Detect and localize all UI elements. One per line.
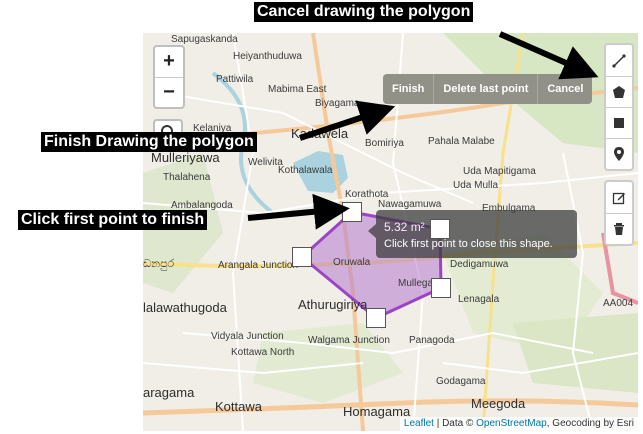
place-label: Uda Mapitigama [463,166,536,177]
place-label: Kottawa [215,399,262,414]
first-point-callout: Click first point to finish [18,210,208,230]
delete-layers-button[interactable] [606,213,632,244]
edit-icon [612,192,625,204]
polyline-icon [612,53,626,68]
area-measurement: 5.32 m² [384,220,425,234]
polygon-vertex[interactable] [431,278,451,298]
place-label: Kothalawala [278,165,333,176]
delete-last-point-button[interactable]: Delete last point [433,74,538,104]
finish-button[interactable]: Finish [383,74,434,104]
place-label: Heiyanthuduwa [233,51,302,62]
cancel-callout: Cancel drawing the polygon [254,2,474,22]
place-label: Pahala Malabe [428,136,495,147]
place-label: Godagama [436,376,486,387]
place-label: Sapugaskanda [171,34,238,45]
draw-polygon-button[interactable] [606,76,632,107]
rectangle-icon [614,118,624,128]
polygon-vertex[interactable] [430,219,450,239]
polygon-icon [613,86,625,98]
map-view[interactable]: Sapugaskanda Heiyanthuduwa Pattiwila Mab… [143,33,638,431]
place-label: Nawagamuwa [378,199,442,210]
tooltip-message: Click first point to close this shape. [384,238,553,250]
place-label: Oruwala [333,257,371,268]
place-label: ඩනපුර [143,258,175,270]
place-label: Meegoda [471,396,526,411]
polygon-first-vertex[interactable] [342,202,362,222]
place-label: Lenagala [458,294,500,305]
cancel-button[interactable]: Cancel [537,74,593,104]
zoom-in-button[interactable]: + [155,47,183,77]
place-label: Mulleriyawa [151,150,220,165]
draw-toolbar [604,43,634,171]
delete-icon [614,223,624,235]
map-attribution: Leaflet | Data © OpenStreetMap, Geocodin… [399,417,638,431]
attribution-text: | Data © [433,418,477,429]
place-label: aragama [143,385,195,400]
place-label: Arangala Junction [218,260,299,271]
edit-layers-button[interactable] [606,182,632,213]
place-label: Kottawa North [231,347,295,358]
place-label: Bomiriya [365,138,404,149]
draw-tooltip: 5.32 m² Click first point to close this … [368,210,577,258]
place-label: Thalahena [163,172,211,183]
place-label: Pattiwila [216,74,254,85]
place-label: Panagoda [409,335,455,346]
marker-icon [614,147,624,161]
screenshot-stage: Sapugaskanda Heiyanthuduwa Pattiwila Mab… [0,0,643,434]
place-label: Dedigamuwa [450,259,509,270]
place-label: lalawathugoda [143,300,227,315]
polygon-vertex[interactable] [292,247,312,267]
place-label: Vidyala Junction [211,331,284,342]
polygon-vertex[interactable] [366,308,386,328]
place-label: Biyagama [315,98,360,109]
zoom-control: + − [153,45,185,109]
place-label: Uda Mulla [453,180,499,191]
place-label: AA004 [603,298,634,309]
place-label: Mabima East [268,84,327,95]
zoom-out-button[interactable]: − [155,77,183,107]
place-label: Athurugiriya [298,297,368,312]
edit-toolbar [604,180,634,246]
place-label: Walgama Junction [308,335,390,346]
place-label: Kadawela [291,126,349,141]
draw-rectangle-button[interactable] [606,107,632,138]
draw-polyline-button[interactable] [606,45,632,76]
leaflet-link[interactable]: Leaflet [404,418,434,429]
finish-callout: Finish Drawing the polygon [41,132,257,152]
osm-link[interactable]: OpenStreetMap [476,418,547,429]
attribution-text: , Geocoding by Esri [546,418,634,429]
draw-actions-bar: Finish Delete last point Cancel [383,74,593,104]
draw-marker-button[interactable] [606,138,632,169]
